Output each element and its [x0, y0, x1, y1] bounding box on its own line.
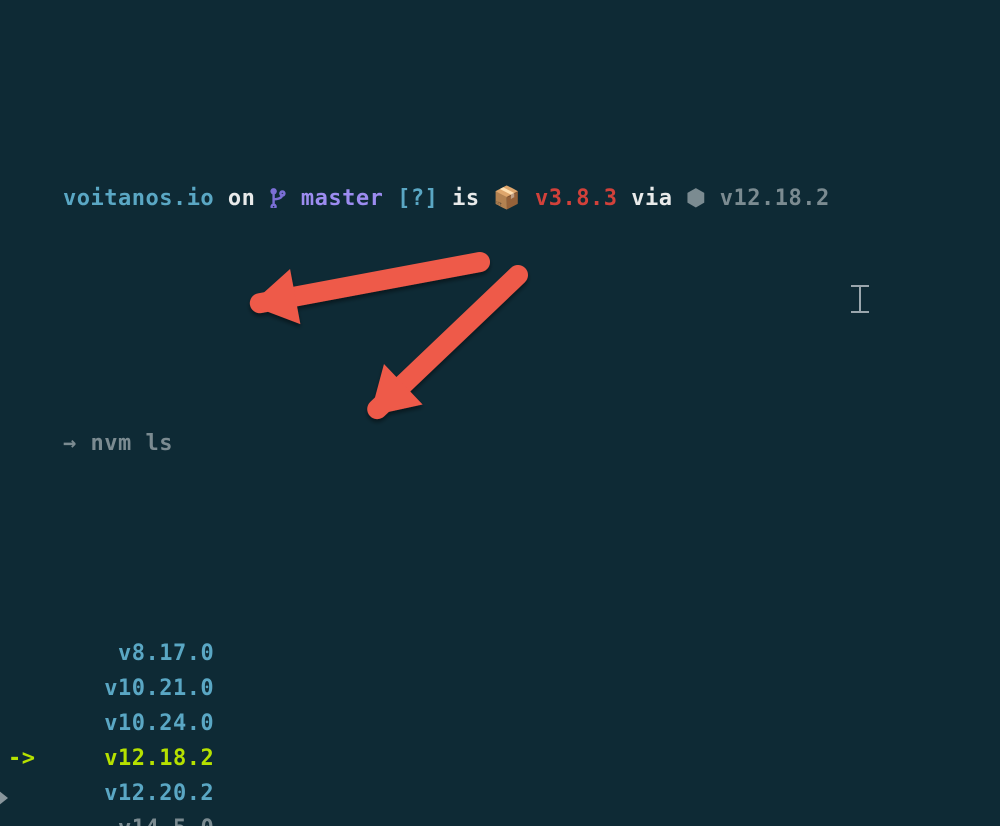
branch-status: [?] — [397, 186, 438, 211]
prompt-on: on — [214, 186, 269, 211]
prompt-caret-icon — [0, 790, 8, 806]
version-row: v12.20.2 — [8, 776, 992, 811]
prompt-via: via — [618, 186, 687, 211]
node-version: v12.18.2 — [720, 186, 830, 211]
node-icon: ⬢ — [686, 186, 706, 211]
package-version: v3.8.3 — [535, 186, 617, 211]
version-row: v14.5.0 — [8, 811, 992, 826]
prompt-line: voitanos.io on master [?] is 📦 v3.8.3 vi… — [8, 146, 992, 251]
package-icon: 📦 — [493, 186, 521, 211]
version-label: v12.20.2 — [104, 781, 214, 806]
current-pointer: -> — [8, 746, 36, 771]
branch-icon — [269, 186, 287, 211]
version-row: -> v12.18.2 — [8, 741, 992, 776]
command-line: → nvm ls — [8, 391, 992, 496]
version-label: v12.18.2 — [104, 746, 214, 771]
version-row: v8.17.0 — [8, 636, 992, 671]
branch-name: master — [301, 186, 383, 211]
nvm-versions-list: v8.17.0 v10.21.0 v10.24.0 -> v12.18.2 v12… — [8, 636, 992, 826]
terminal[interactable]: voitanos.io on master [?] is 📦 v3.8.3 vi… — [0, 0, 1000, 826]
version-row: v10.24.0 — [8, 706, 992, 741]
prompt-is: is — [438, 186, 493, 211]
project-name: voitanos.io — [63, 186, 214, 211]
command-text: nvm ls — [90, 431, 172, 456]
version-label: v8.17.0 — [118, 641, 214, 666]
version-label: v10.24.0 — [104, 711, 214, 736]
version-label: v14.5.0 — [118, 816, 214, 826]
version-row: v10.21.0 — [8, 671, 992, 706]
prompt-arrow: → — [63, 431, 77, 456]
version-label: v10.21.0 — [104, 676, 214, 701]
